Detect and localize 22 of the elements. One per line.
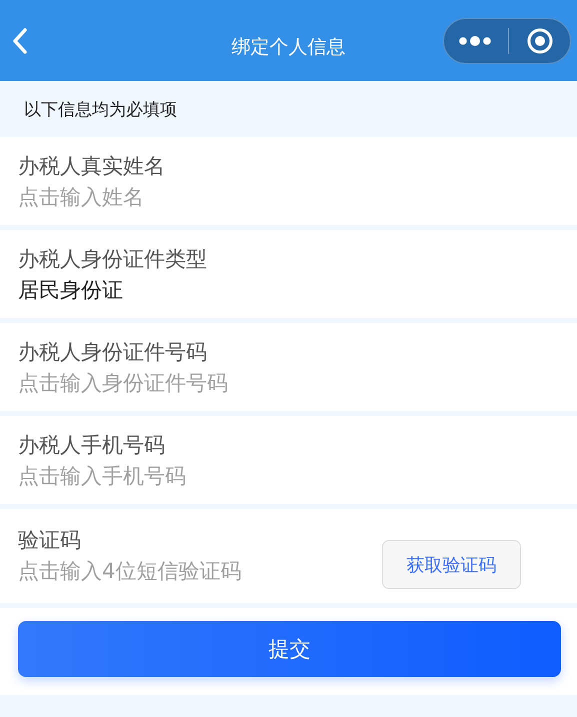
form-row[interactable]: 办税人身份证件号码 点击输入身份证件号码 [0,323,577,411]
submit-button[interactable]: 提交 [18,621,561,677]
field-label: 验证码 [18,527,82,554]
field-label: 办税人身份证件类型 [18,246,208,273]
form-row[interactable]: 验证码 点击输入4位短信验证码 获取验证码 [0,509,577,603]
field-label: 办税人手机号码 [18,432,166,459]
back-icon[interactable] [10,26,30,56]
input-field[interactable]: 点击输入4位短信验证码 [18,555,382,587]
form-row[interactable]: 办税人真实姓名 点击输入姓名 [0,137,577,225]
close-icon[interactable] [527,28,553,54]
select-field[interactable]: 居民身份证 [18,274,559,306]
field-label: 办税人真实姓名 [18,153,166,180]
more-icon[interactable] [459,34,491,46]
form-row[interactable]: 办税人身份证件类型 居民身份证 [0,230,577,318]
get-code-button[interactable]: 获取验证码 [382,540,521,589]
input-field[interactable]: 点击输入姓名 [18,181,559,213]
window-title: 绑定个人信息 [232,36,346,58]
input-field[interactable]: 点击输入身份证件号码 [18,367,559,399]
input-field[interactable]: 点击输入手机号码 [18,460,559,492]
field-label: 办税人身份证件号码 [18,339,208,366]
form-row[interactable]: 办税人手机号码 点击输入手机号码 [0,416,577,504]
notice-text: 以下信息均为必填项 [24,98,177,120]
